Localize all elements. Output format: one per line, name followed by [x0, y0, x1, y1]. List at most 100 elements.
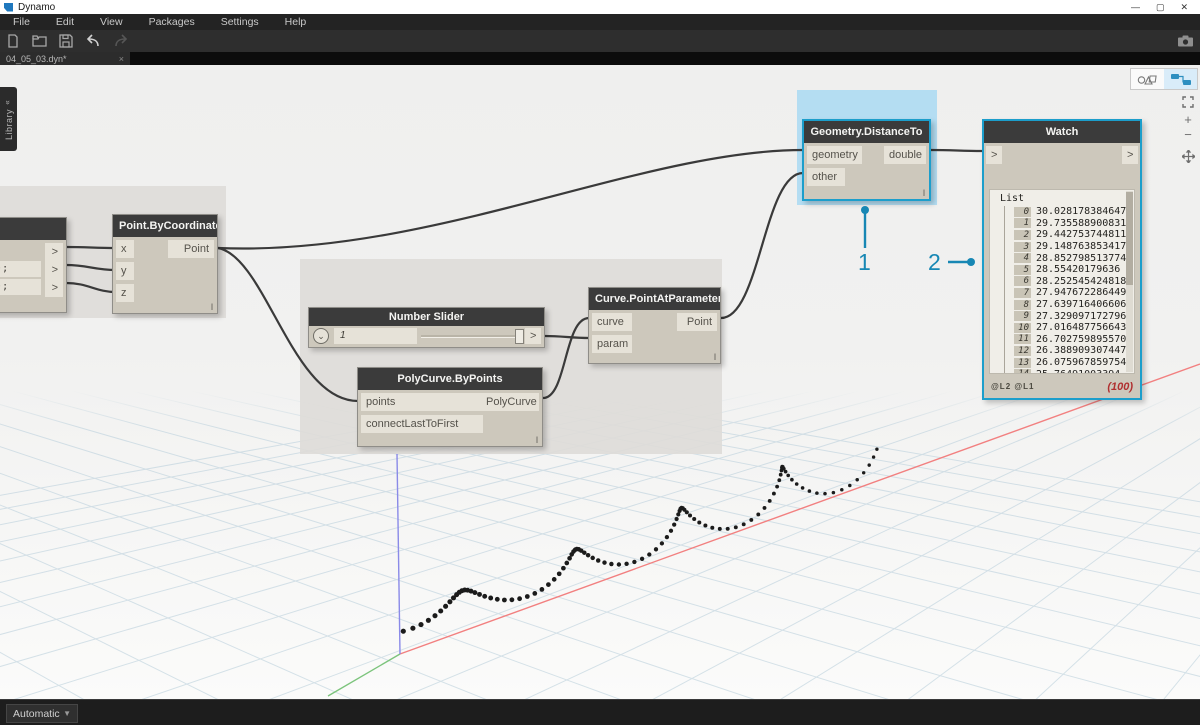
watch-input-port[interactable]: >: [986, 146, 1002, 164]
workspace-canvas[interactable]: es(t)); es(t)); > > > Point.ByCoordinate…: [0, 65, 1200, 699]
node-point-bycoordinates[interactable]: Point.ByCoordinates x y z Point l: [112, 214, 218, 314]
watch-list-row: 030.0281783846477: [1014, 206, 1134, 218]
watch-list-row: 129.7355889008319: [1014, 218, 1134, 230]
menu-packages[interactable]: Packages: [136, 16, 208, 28]
new-file-icon[interactable]: [6, 34, 20, 48]
node-curve-pointatparameter[interactable]: Curve.PointAtParameter curve param Point…: [588, 287, 721, 364]
watch-output-port[interactable]: >: [1122, 146, 1138, 164]
menu-edit[interactable]: Edit: [43, 16, 87, 28]
input-port-geometry[interactable]: geometry: [807, 146, 862, 164]
node-watch[interactable]: Watch > > List 030.0281783846477129.7355…: [982, 119, 1142, 400]
input-port-connectlasttofirst[interactable]: connectLastToFirst: [361, 415, 483, 433]
menu-file[interactable]: File: [0, 16, 43, 28]
lacing-indicator[interactable]: l: [211, 302, 213, 312]
node-title[interactable]: Number Slider: [309, 308, 544, 326]
watch-row-index: 14: [1014, 369, 1031, 374]
watch-list-root-label: List: [990, 190, 1134, 206]
watch-list-row: 14 25.76491003394: [1014, 368, 1134, 374]
watch-list[interactable]: List 030.0281783846477129.73558890083192…: [989, 189, 1135, 374]
watch-scrollbar-thumb[interactable]: [1126, 192, 1133, 285]
menu-view[interactable]: View: [87, 16, 136, 28]
watch-levels-badges[interactable]: @L2 @L1: [991, 382, 1035, 391]
input-port-param[interactable]: param: [592, 335, 632, 353]
node-title[interactable]: Watch: [984, 121, 1140, 143]
save-icon[interactable]: [59, 34, 73, 48]
redo-icon[interactable]: [113, 34, 129, 48]
callout-1-label: 1: [858, 249, 871, 276]
watch-row-value: 25.76491003394: [1036, 369, 1120, 374]
toolbar: [0, 30, 1200, 52]
watch-row-value: 26.0759678597544: [1036, 357, 1132, 368]
output-port-point[interactable]: Point: [677, 313, 717, 331]
slider-expand-chevron-icon[interactable]: ⌄: [313, 328, 329, 344]
code-output-port-2[interactable]: >: [45, 279, 63, 297]
slider-value[interactable]: 1: [334, 328, 417, 344]
watch-row-index: 6: [1014, 276, 1031, 286]
workspace-tab[interactable]: 04_05_03.dyn* ×: [0, 52, 130, 65]
geometry-view-button[interactable]: [1131, 69, 1164, 89]
watch-row-value: 27.0164877566437: [1036, 322, 1132, 333]
tab-close-icon[interactable]: ×: [119, 54, 124, 64]
code-output-port-1[interactable]: >: [45, 261, 63, 279]
watch-list-row: 1326.0759678597544: [1014, 357, 1134, 369]
status-bar: Automatic ▼: [0, 699, 1200, 725]
view-mode-toggle: [1130, 68, 1198, 90]
node-title[interactable]: Curve.PointAtParameter: [589, 288, 720, 310]
watch-row-value: 27.9476722864496: [1036, 287, 1132, 298]
input-port-other[interactable]: other: [807, 168, 845, 186]
input-port-x[interactable]: x: [116, 240, 134, 258]
maximize-button[interactable]: ▢: [1156, 0, 1165, 14]
run-mode-value: Automatic: [13, 708, 60, 720]
watch-list-rows: 030.0281783846477129.7355889008319229.44…: [990, 206, 1134, 374]
zoom-out-button[interactable]: −: [1179, 127, 1197, 142]
input-port-y[interactable]: y: [116, 262, 134, 280]
slider-output-port[interactable]: >: [525, 328, 541, 344]
watch-list-row: 1027.0164877566437: [1014, 322, 1134, 334]
slider-handle[interactable]: [515, 329, 524, 344]
input-port-curve[interactable]: curve: [592, 313, 632, 331]
code-line[interactable]: es(t));: [0, 261, 41, 277]
input-port-points[interactable]: points: [361, 393, 483, 411]
undo-icon[interactable]: [85, 34, 101, 48]
watch-row-value: 28.252545424818: [1036, 276, 1126, 287]
input-port-z[interactable]: z: [116, 284, 134, 302]
lacing-indicator[interactable]: l: [536, 435, 538, 445]
menu-settings[interactable]: Settings: [208, 16, 272, 28]
output-port-point[interactable]: Point: [168, 240, 214, 258]
slider-track[interactable]: [421, 335, 521, 338]
pan-button[interactable]: [1179, 149, 1197, 164]
lacing-indicator[interactable]: l: [714, 352, 716, 362]
export-image-camera-icon[interactable]: [1177, 35, 1194, 47]
library-flyout-tab[interactable]: » Library: [0, 87, 17, 151]
node-geometry-distanceto[interactable]: Geometry.DistanceTo geometry other doubl…: [802, 119, 931, 201]
close-button[interactable]: ✕: [1180, 0, 1188, 14]
menu-help[interactable]: Help: [272, 16, 320, 28]
run-mode-dropdown[interactable]: Automatic ▼: [6, 704, 78, 723]
title-bar: Dynamo — ▢ ✕: [0, 0, 1200, 14]
node-code-block-header[interactable]: [0, 218, 66, 240]
watch-scrollbar[interactable]: [1126, 191, 1133, 372]
watch-row-value: 27.3290971727963: [1036, 311, 1132, 322]
node-polycurve-bypoints[interactable]: PolyCurve.ByPoints points connectLastToF…: [357, 367, 543, 447]
output-port-polycurve[interactable]: PolyCurve: [481, 393, 539, 411]
lacing-indicator[interactable]: l: [923, 188, 925, 198]
watch-list-row: 229.4427537448117: [1014, 229, 1134, 241]
node-number-slider[interactable]: Number Slider ⌄ 1 >: [308, 307, 545, 348]
open-file-icon[interactable]: [32, 34, 47, 48]
zoom-fit-button[interactable]: [1179, 94, 1197, 109]
watch-row-index: 12: [1014, 346, 1031, 356]
graph-view-button[interactable]: [1164, 69, 1197, 89]
node-title[interactable]: Geometry.DistanceTo: [804, 121, 929, 143]
minimize-button[interactable]: —: [1131, 0, 1140, 14]
zoom-in-button[interactable]: +: [1179, 112, 1197, 127]
wire-pap-to-other: [721, 173, 803, 318]
node-code-block[interactable]: es(t)); es(t)); > > >: [0, 217, 67, 313]
node-title[interactable]: PolyCurve.ByPoints: [358, 368, 542, 390]
code-output-port-0[interactable]: >: [45, 243, 63, 261]
chevron-right-icon: »: [4, 100, 13, 104]
node-title[interactable]: Point.ByCoordinates: [113, 215, 217, 237]
code-line[interactable]: es(t));: [0, 279, 41, 295]
watch-row-value: 30.0281783846477: [1036, 206, 1132, 217]
output-port-double[interactable]: double: [884, 146, 926, 164]
tab-label: 04_05_03.dyn*: [6, 54, 67, 64]
